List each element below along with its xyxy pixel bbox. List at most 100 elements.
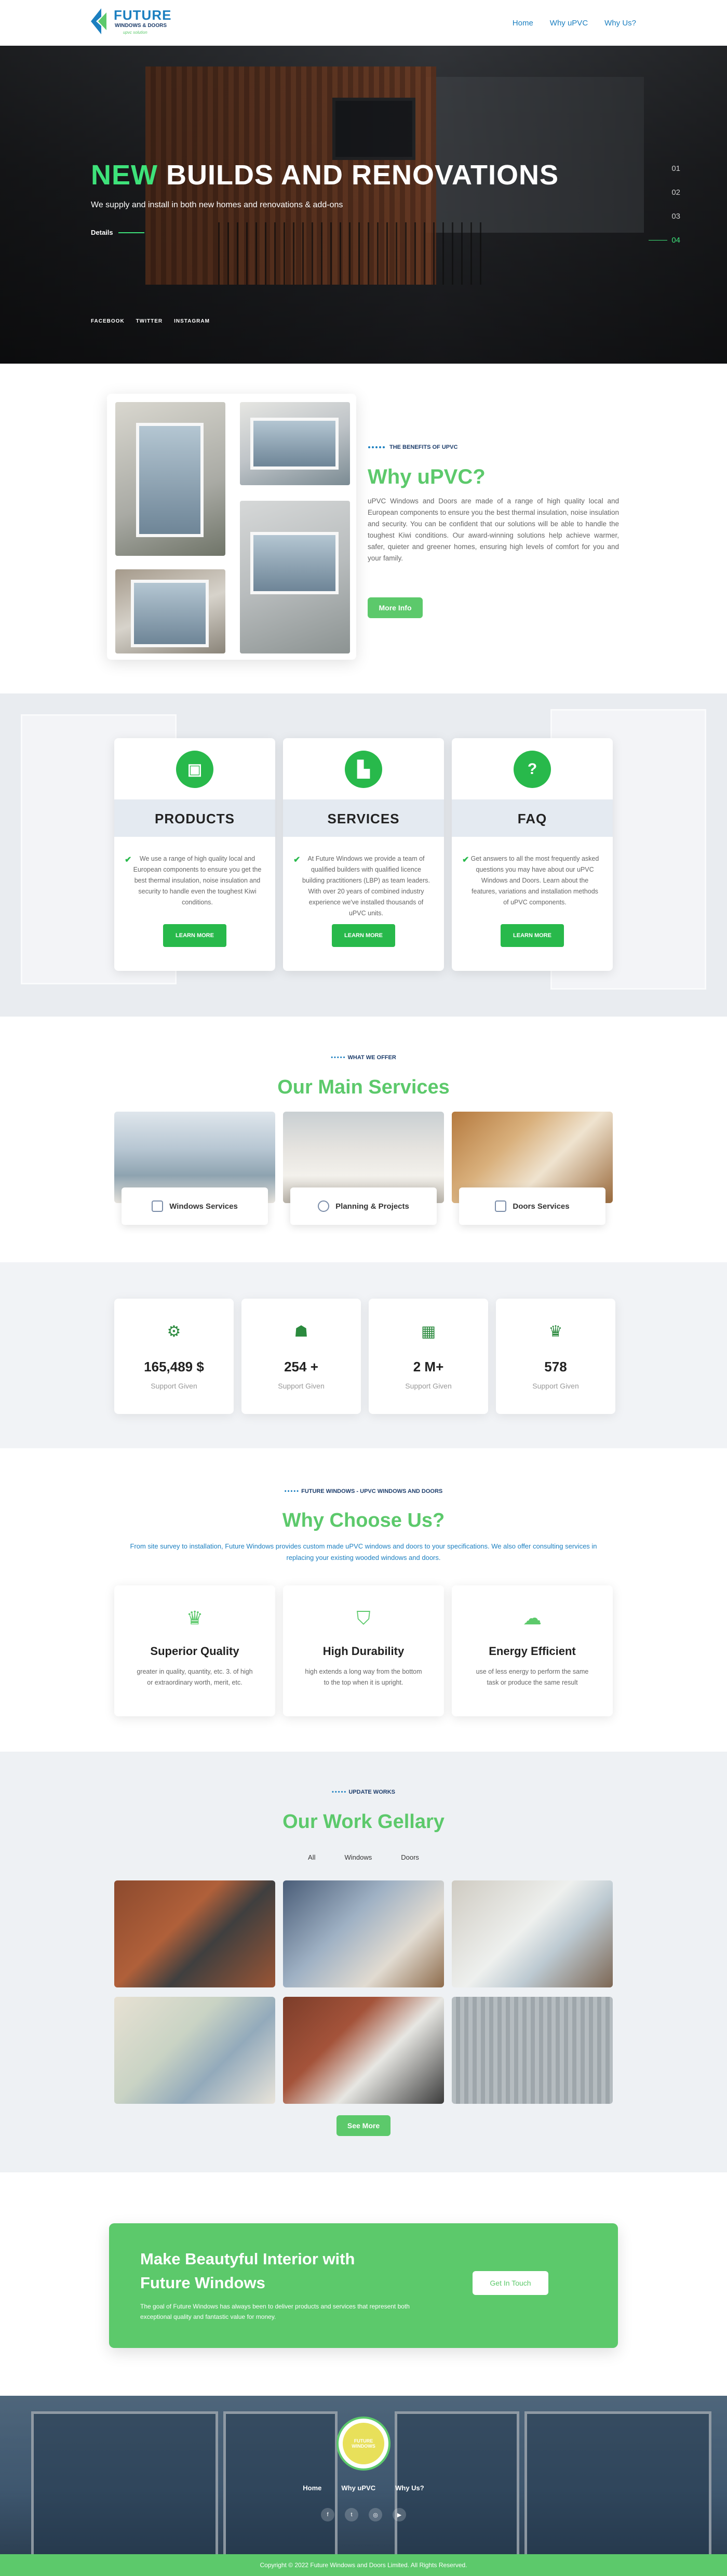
social-twitter[interactable]: TWITTER (136, 318, 163, 324)
why-title: Why uPVC? (368, 465, 486, 488)
gallery-photo[interactable] (283, 1997, 444, 2104)
calendar-icon: ▦ (421, 1323, 436, 1340)
feature-title: Energy Efficient (489, 1645, 576, 1658)
arrow-line-icon (118, 232, 144, 233)
filter-doors[interactable]: Doors (401, 1853, 419, 1861)
footer-nav-why-us[interactable]: Why Us? (395, 2484, 424, 2492)
dots-icon: ••••• (331, 1055, 346, 1061)
products-services-faq: ▣ PRODUCTS ✔ We use a range of high qual… (0, 693, 727, 1017)
slide-4-label: 04 (671, 236, 680, 245)
slide-3[interactable]: 03 (644, 212, 680, 236)
check-icon: ✔ (125, 856, 132, 864)
slide-2[interactable]: 02 (644, 188, 680, 212)
service-planning[interactable]: Planning & Projects (283, 1112, 444, 1231)
logo-tagline: upvc solution (123, 30, 147, 35)
stat-value: 578 (544, 1359, 567, 1374)
services-kicker-text: WHAT WE OFFER (347, 1055, 396, 1061)
service-windows[interactable]: Windows Services (114, 1112, 275, 1231)
why-kicker: THE BENEFITS OF UPVC (368, 444, 457, 450)
twitter-icon[interactable]: t (345, 2508, 358, 2521)
cta-title: Make Beautyful Interior with Future Wind… (140, 2250, 355, 2292)
hero-banner: NEW BUILDS AND RENOVATIONS We supply and… (0, 46, 727, 364)
social-instagram[interactable]: INSTAGRAM (174, 318, 210, 324)
service-label: Windows Services (169, 1202, 238, 1211)
stat-label: Support Given (278, 1382, 325, 1390)
facebook-icon[interactable]: f (321, 2508, 334, 2521)
dots-icon: ••••• (332, 1789, 347, 1795)
footer-logo-text: FUTURE WINDOWS (343, 2423, 384, 2464)
logo-title: FUTURE (114, 7, 172, 23)
gallery-title: Our Work Gellary (282, 1811, 445, 1833)
footer-nav-why-upvc[interactable]: Why uPVC (341, 2484, 375, 2492)
gallery-photo[interactable] (114, 1997, 275, 2104)
card-text: At Future Windows we provide a team of q… (302, 855, 430, 917)
gallery-photo[interactable] (283, 1880, 444, 1987)
social-facebook[interactable]: FACEBOOK (91, 318, 125, 324)
why-kicker-text: THE BENEFITS OF UPVC (389, 444, 458, 450)
filter-windows[interactable]: Windows (345, 1853, 372, 1861)
feature-text: greater in quality, quantity, etc. 3. of… (137, 1668, 253, 1686)
hero-slide-pager: 01 02 03 04 (644, 164, 680, 260)
card-text: Get answers to all the most frequently a… (470, 855, 599, 906)
service-doors[interactable]: Doors Services (452, 1112, 613, 1231)
gallery-photo[interactable] (114, 1880, 275, 1987)
why-text: uPVC Windows and Doors are made of a ran… (368, 497, 619, 562)
gallery-section: ••••• UPDATE WORKS Our Work Gellary All … (0, 1752, 727, 2172)
gallery-photo[interactable] (452, 1997, 613, 2104)
why-choose-title: Why Choose Us? (282, 1510, 445, 1531)
logo-mark-icon (91, 8, 106, 34)
see-more-button[interactable]: See More (336, 2115, 391, 2136)
more-info-button[interactable]: More Info (368, 597, 423, 618)
stat-card: ▦ 2 M+ Support Given (369, 1299, 488, 1414)
nav-home[interactable]: Home (513, 19, 533, 28)
feature-card: ⛉ High Durability high extends a long wa… (283, 1585, 444, 1716)
check-icon: ✔ (462, 856, 469, 864)
why-choose-kicker: ••••• FUTURE WINDOWS - UPVC WINDOWS AND … (0, 1488, 727, 1494)
gallery-photo (240, 402, 350, 485)
slide-1[interactable]: 01 (644, 164, 680, 188)
cta-banner: Make Beautyful Interior with Future Wind… (109, 2223, 618, 2348)
nav-why-us[interactable]: Why Us? (604, 19, 636, 28)
site-logo[interactable]: FUTURE WINDOWS & DOORS upvc solution (91, 5, 184, 38)
nav-why-upvc[interactable]: Why uPVC (550, 19, 588, 28)
gallery-photo (115, 569, 225, 653)
stat-label: Support Given (151, 1382, 197, 1390)
feature-card: ♛ Superior Quality greater in quality, q… (114, 1585, 275, 1716)
card-text: We use a range of high quality local and… (133, 855, 262, 906)
dots-icon: ••••• (284, 1488, 300, 1494)
stat-value: 2 M+ (413, 1359, 444, 1374)
feature-text: high extends a long way from the bottom … (305, 1668, 422, 1686)
slide-4-active[interactable]: 04 (644, 236, 680, 260)
stat-value: 165,489 $ (144, 1359, 204, 1374)
instagram-icon[interactable]: ◎ (369, 2508, 382, 2521)
copyright-bar: Copyright © 2022 Future Windows and Door… (0, 2554, 727, 2576)
active-indicator (649, 240, 668, 241)
footer-nav-home[interactable]: Home (303, 2484, 321, 2492)
stat-label: Support Given (405, 1382, 452, 1390)
hero-details-link[interactable]: Details (91, 229, 144, 236)
trophy-icon: ♛ (548, 1323, 563, 1340)
footer-nav: Home Why uPVC Why Us? (0, 2484, 727, 2492)
card-title: SERVICES (327, 811, 400, 826)
get-in-touch-button[interactable]: Get In Touch (473, 2271, 548, 2295)
stat-card: ☗ 254 + Support Given (241, 1299, 361, 1414)
main-nav: Home Why uPVC Why Us? (513, 19, 636, 28)
hero-title-rest: BUILDS AND RENOVATIONS (157, 159, 559, 191)
hero-details-label: Details (91, 229, 113, 236)
learn-more-button[interactable]: LEARN MORE (163, 924, 226, 947)
filter-all[interactable]: All (308, 1853, 315, 1861)
gallery-filter-tabs: All Windows Doors (0, 1853, 727, 1861)
hero-social-links: FACEBOOK TWITTER INSTAGRAM (91, 318, 210, 324)
stat-card: ♛ 578 Support Given (496, 1299, 615, 1414)
shield-icon: ⛉ (356, 1607, 371, 1629)
footer-logo[interactable]: FUTURE WINDOWS (336, 2417, 391, 2471)
learn-more-button[interactable]: LEARN MORE (332, 924, 395, 947)
gallery-photo[interactable] (452, 1880, 613, 1987)
site-header: FUTURE WINDOWS & DOORS upvc solution Hom… (0, 0, 727, 46)
learn-more-button[interactable]: LEARN MORE (501, 924, 564, 947)
card-services: ▙ SERVICES ✔ At Future Windows we provid… (283, 738, 444, 971)
footer-social: f t ◎ ▶ (0, 2508, 727, 2521)
door-icon (495, 1200, 507, 1212)
feature-title: High Durability (322, 1645, 405, 1658)
youtube-icon[interactable]: ▶ (393, 2508, 406, 2521)
